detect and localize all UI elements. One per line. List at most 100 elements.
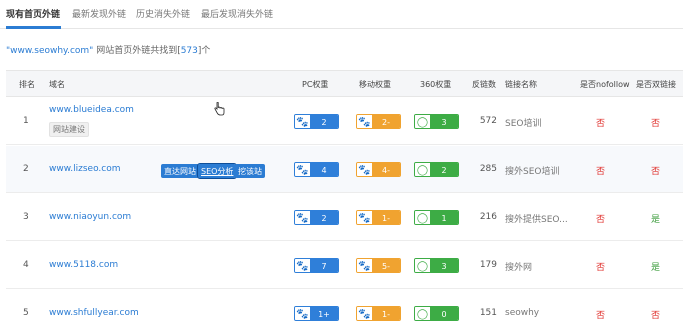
mobile-weight-badge: 🐾 2- (356, 114, 401, 129)
row-two-way: 是 (651, 263, 661, 273)
header-mobile-weight: 移动权重 (359, 80, 391, 89)
weight-360-badge: ◯ 1 (414, 210, 459, 225)
row-link-name: 搜外网 (505, 263, 533, 273)
pc-weight-badge: 🐾 2 (294, 114, 339, 129)
baidu-paw-icon: 🐾 (295, 259, 310, 272)
header-link-name: 链接名称 (505, 80, 537, 89)
baidu-paw-icon: 🐾 (357, 163, 372, 176)
weight-360-value: 1 (430, 211, 458, 224)
row-two-way: 否 (651, 119, 661, 129)
row-backlink-count: 216 (479, 212, 497, 222)
pc-weight-badge: 🐾 1+ (294, 306, 339, 321)
baidu-paw-icon: 🐾 (357, 259, 372, 272)
seo-analysis-button[interactable]: SEO分析 (196, 163, 238, 179)
row-rank: 3 (23, 212, 29, 222)
row-domain-link[interactable]: www.5118.com (49, 260, 118, 270)
header-nofollow: 是否nofollow (580, 80, 630, 89)
header-rank: 排名 (19, 80, 35, 89)
pc-weight-value: 7 (310, 259, 338, 272)
row-rank: 5 (23, 308, 29, 318)
row-two-way: 是 (651, 215, 661, 225)
row-nofollow: 否 (596, 167, 606, 177)
row-domain-link[interactable]: www.shfullyear.com (49, 308, 139, 318)
mobile-weight-value: 1- (372, 211, 400, 224)
mobile-weight-badge: 🐾 1- (356, 306, 401, 321)
visit-site-button[interactable]: 直达网站 (161, 164, 199, 178)
row-nofollow: 否 (596, 263, 606, 273)
baidu-paw-icon: 🐾 (357, 307, 372, 320)
pc-weight-value: 2 (310, 211, 338, 224)
summary-domain: "www.seowhy.com" (6, 46, 94, 56)
weight-360-value: 3 (430, 115, 458, 128)
row-nofollow: 否 (596, 119, 606, 129)
360-ring-icon: ◯ (415, 115, 430, 128)
row-domain-link[interactable]: www.blueidea.com (49, 105, 134, 115)
header-360-weight: 360权重 (420, 80, 452, 89)
mobile-weight-value: 2- (372, 115, 400, 128)
tab-current-homepage-links[interactable]: 现有首页外链 (6, 7, 60, 20)
360-ring-icon: ◯ (415, 163, 430, 176)
pc-weight-value: 2 (310, 115, 338, 128)
weight-360-badge: ◯ 3 (414, 114, 459, 129)
row-nofollow: 否 (596, 215, 606, 225)
baidu-paw-icon: 🐾 (295, 307, 310, 320)
table-row: 4 www.5118.com 🐾 7 🐾 5- ◯ 3 179 搜外网 否 是 (6, 242, 683, 289)
table-row: 2 www.lizseo.com 直达网站 SEO分析 挖该站 🐾 4 🐾 4- ◯… (6, 146, 683, 193)
mobile-weight-value: 4- (372, 163, 400, 176)
tab-last-found-lost-links[interactable]: 最后发现消失外链 (201, 7, 273, 20)
mobile-weight-value: 1- (372, 307, 400, 320)
row-domain-link[interactable]: www.niaoyun.com (49, 212, 131, 222)
active-tab-indicator (6, 26, 61, 29)
weight-360-badge: ◯ 2 (414, 162, 459, 177)
table-header: 排名 域名 PC权重 移动权重 360权重 反链数 链接名称 是否nofollo… (6, 71, 683, 97)
weight-360-badge: ◯ 3 (414, 258, 459, 273)
row-rank: 1 (23, 116, 29, 126)
baidu-paw-icon: 🐾 (295, 163, 310, 176)
row-link-name: 搜外SEO培训 (505, 167, 560, 177)
header-backlinks: 反链数 (472, 80, 496, 89)
row-link-name: SEO培训 (505, 119, 542, 129)
row-two-way: 否 (651, 167, 661, 177)
row-category-tag: 网站建设 (49, 122, 89, 137)
row-link-name: 搜外提供SEO... (505, 215, 568, 225)
pc-weight-value: 1+ (310, 307, 338, 320)
row-backlink-count: 179 (479, 260, 497, 270)
row-backlink-count: 151 (479, 308, 497, 318)
weight-360-badge: ◯ 0 (414, 306, 459, 321)
pc-weight-badge: 🐾 2 (294, 210, 339, 225)
results-summary: "www.seowhy.com" 网站首页外链共找到[573]个 (6, 43, 210, 56)
pc-weight-badge: 🐾 4 (294, 162, 339, 177)
row-domain-link[interactable]: www.lizseo.com (49, 164, 121, 174)
row-two-way: 否 (651, 311, 661, 321)
row-nofollow: 否 (596, 311, 606, 321)
pc-weight-badge: 🐾 7 (294, 258, 339, 273)
mobile-weight-badge: 🐾 1- (356, 210, 401, 225)
tab-bar: 现有首页外链 最新发现外链 历史消失外链 最后发现消失外链 (0, 0, 683, 29)
baidu-paw-icon: 🐾 (357, 211, 372, 224)
baidu-paw-icon: 🐾 (357, 115, 372, 128)
baidu-paw-icon: 🐾 (295, 211, 310, 224)
summary-text: 网站首页外链共找到[ (93, 46, 181, 56)
summary-suffix: ]个 (197, 46, 211, 56)
summary-count: 573 (180, 46, 198, 56)
table-row: 3 www.niaoyun.com 🐾 2 🐾 1- ◯ 1 216 搜外提供SEO.… (6, 194, 683, 241)
row-link-name: seowhy (505, 308, 540, 318)
weight-360-value: 0 (430, 307, 458, 320)
tab-newly-found-links[interactable]: 最新发现外链 (72, 7, 126, 20)
row-rank: 2 (23, 164, 29, 174)
mobile-weight-value: 5- (372, 259, 400, 272)
row-backlink-count: 285 (479, 164, 497, 174)
pc-weight-value: 4 (310, 163, 338, 176)
row-backlink-count: 572 (479, 116, 497, 126)
table-row: 1 www.blueidea.com 网站建设 🐾 2 🐾 2- ◯ 3 572 SE… (6, 98, 683, 145)
360-ring-icon: ◯ (415, 259, 430, 272)
table-row: 5 www.shfullyear.com 🐾 1+ 🐾 1- ◯ 0 151 seow… (6, 290, 683, 335)
row-rank: 4 (23, 260, 29, 270)
dig-site-button[interactable]: 挖该站 (235, 164, 265, 178)
tab-historical-lost-links[interactable]: 历史消失外链 (136, 7, 190, 20)
header-domain: 域名 (49, 80, 65, 89)
header-two-way: 是否双链接 (636, 80, 676, 89)
mobile-weight-badge: 🐾 4- (356, 162, 401, 177)
mobile-weight-badge: 🐾 5- (356, 258, 401, 273)
weight-360-value: 3 (430, 259, 458, 272)
